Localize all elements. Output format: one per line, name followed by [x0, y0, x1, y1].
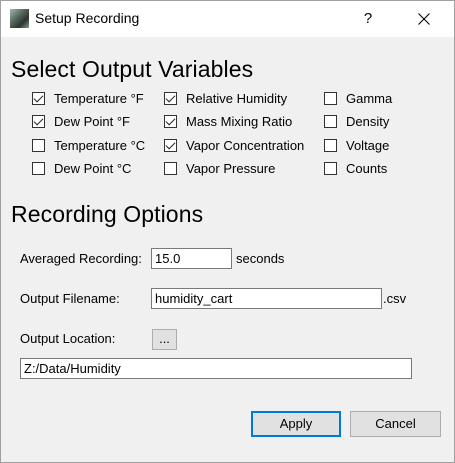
- checkbox-label: Temperature °F: [54, 90, 144, 106]
- checkbox-label: Relative Humidity: [186, 90, 288, 106]
- checkbox-label: Dew Point °F: [54, 113, 131, 129]
- checkbox-box[interactable]: [324, 138, 337, 152]
- checkbox-box[interactable]: [32, 138, 45, 152]
- seconds-unit-label: seconds: [236, 251, 285, 266]
- output-location-label: Output Location:: [20, 331, 116, 346]
- checkbox-box[interactable]: [164, 138, 177, 152]
- checkbox-box[interactable]: [164, 91, 177, 105]
- close-icon: [418, 13, 430, 25]
- checkbox-label: Dew Point °C: [54, 160, 132, 176]
- title-bar: Setup Recording ?: [1, 1, 454, 37]
- checkbox-label: Counts: [346, 160, 388, 176]
- checkbox-label: Vapor Concentration: [186, 137, 305, 153]
- recording-options-heading: Recording Options: [11, 201, 204, 227]
- checkbox-label: Density: [346, 113, 390, 129]
- checkbox-box[interactable]: [32, 161, 45, 175]
- checkbox-temperature-c[interactable]: Temperature °C: [32, 136, 145, 154]
- window-title: Setup Recording: [35, 10, 140, 26]
- checkbox-dew-point-f[interactable]: Dew Point °F: [32, 112, 130, 130]
- checkbox-box[interactable]: [32, 114, 45, 128]
- checkbox-box[interactable]: [324, 161, 337, 175]
- checkbox-label: Vapor Pressure: [186, 160, 276, 176]
- cancel-button[interactable]: Cancel: [350, 411, 441, 437]
- checkbox-temperature-f[interactable]: Temperature °F: [32, 89, 144, 107]
- checkbox-vapor-concentration[interactable]: Vapor Concentration: [164, 136, 304, 154]
- checkbox-box[interactable]: [324, 91, 337, 105]
- checkbox-box[interactable]: [324, 114, 337, 128]
- close-button[interactable]: [407, 4, 441, 34]
- checkbox-mass-mixing-ratio[interactable]: Mass Mixing Ratio: [164, 112, 292, 130]
- checkbox-counts[interactable]: Counts: [324, 159, 387, 177]
- checkbox-label: Mass Mixing Ratio: [186, 113, 293, 129]
- output-variables-heading: Select Output Variables: [11, 56, 254, 82]
- averaged-recording-input[interactable]: 15.0: [151, 248, 232, 269]
- checkbox-relative-humidity[interactable]: Relative Humidity: [164, 89, 287, 107]
- checkbox-voltage[interactable]: Voltage: [324, 136, 389, 154]
- output-filename-input[interactable]: humidity_cart: [151, 288, 382, 309]
- averaged-recording-label: Averaged Recording:: [20, 251, 142, 266]
- app-icon: [10, 9, 29, 28]
- checkbox-box[interactable]: [164, 114, 177, 128]
- checkbox-vapor-pressure[interactable]: Vapor Pressure: [164, 159, 275, 177]
- checkbox-gamma[interactable]: Gamma: [324, 89, 392, 107]
- browse-location-button[interactable]: ...: [152, 329, 177, 350]
- setup-recording-dialog: Setup Recording ? Select Output Variable…: [0, 0, 455, 463]
- checkbox-dew-point-c[interactable]: Dew Point °C: [32, 159, 131, 177]
- checkbox-box[interactable]: [32, 91, 45, 105]
- file-extension-label: .csv: [383, 291, 407, 306]
- checkbox-box[interactable]: [164, 161, 177, 175]
- output-filename-label: Output Filename:: [20, 291, 120, 306]
- apply-button[interactable]: Apply: [251, 411, 341, 437]
- checkbox-density[interactable]: Density: [324, 112, 389, 130]
- output-location-input[interactable]: Z:/Data/Humidity: [20, 358, 412, 379]
- checkbox-label: Temperature °C: [54, 137, 146, 153]
- help-button[interactable]: ?: [351, 4, 385, 34]
- checkbox-label: Voltage: [346, 137, 390, 153]
- checkbox-label: Gamma: [346, 90, 393, 106]
